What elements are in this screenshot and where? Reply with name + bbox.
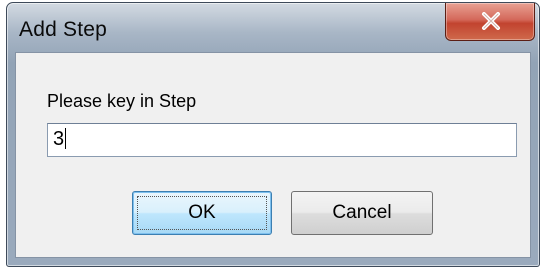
close-button[interactable] (445, 3, 535, 41)
dialog-title: Add Step (19, 18, 107, 41)
add-step-dialog: Add Step Please key in Step 3 OK Cancel (6, 2, 540, 267)
title-bar[interactable]: Add Step (7, 3, 539, 53)
close-icon (482, 12, 500, 30)
step-input-value: 3 (53, 128, 65, 150)
step-input[interactable]: 3 (47, 123, 517, 157)
ok-button[interactable]: OK (132, 191, 272, 235)
text-caret (65, 128, 67, 149)
dialog-body: Please key in Step 3 OK Cancel (15, 52, 531, 258)
prompt-label: Please key in Step (47, 91, 197, 111)
cancel-button-label: Cancel (332, 202, 392, 223)
ok-button-label: OK (188, 202, 216, 223)
cancel-button[interactable]: Cancel (291, 191, 433, 235)
